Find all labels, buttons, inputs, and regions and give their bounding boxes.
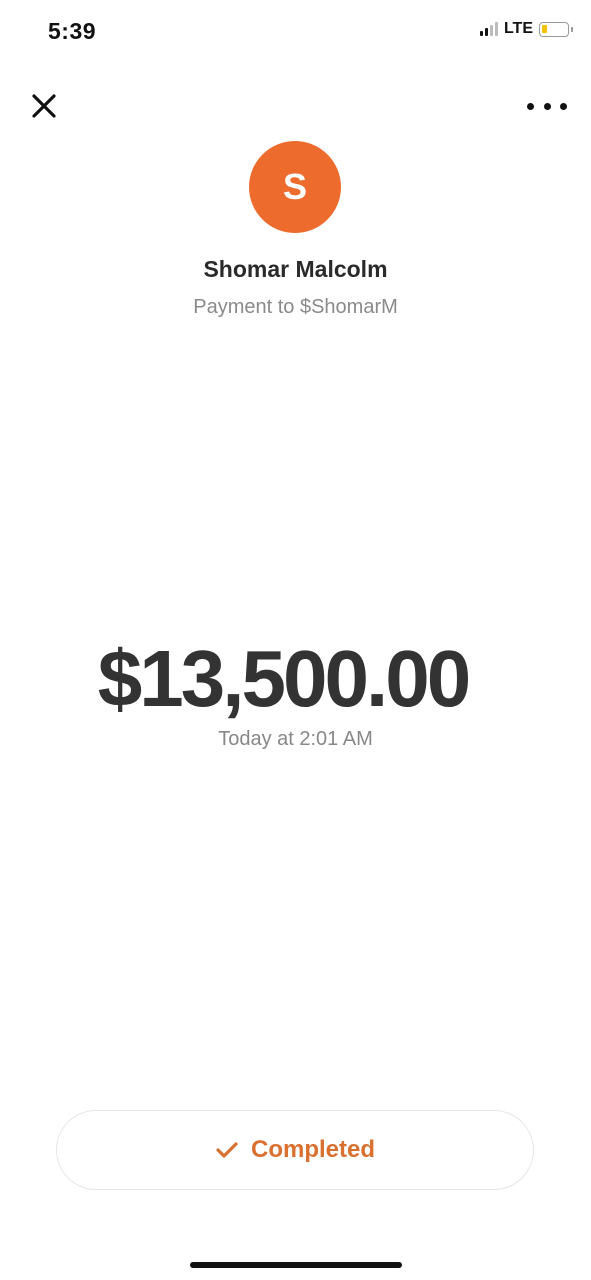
status-indicators: LTE	[479, 20, 573, 38]
payment-timestamp: Today at 2:01 AM	[218, 728, 373, 750]
more-options-icon	[543, 102, 551, 110]
payment-recipient-cashtag: Payment to $ShomarM	[193, 296, 398, 318]
checkmark-icon	[216, 1142, 238, 1158]
more-options-icon	[560, 102, 567, 110]
cellular-signal-icon	[479, 22, 498, 36]
more-options-button[interactable]	[527, 96, 567, 116]
payment-amount: $13,500.00	[97, 634, 471, 723]
status-time: 5:39	[48, 18, 97, 44]
status-badge[interactable]: Completed	[56, 1110, 534, 1190]
more-options-icon	[527, 102, 534, 110]
status-label: Completed	[250, 1136, 375, 1163]
close-icon	[32, 94, 56, 118]
network-type: LTE	[503, 20, 533, 37]
recipient-name[interactable]: Shomar Malcolm	[0, 256, 591, 283]
battery-level	[542, 24, 547, 33]
close-button[interactable]	[28, 90, 60, 122]
avatar[interactable]: S	[249, 141, 341, 233]
home-indicator[interactable]	[190, 1262, 402, 1268]
status-bar: 5:39 LTE	[0, 0, 591, 64]
battery-icon	[539, 21, 573, 37]
